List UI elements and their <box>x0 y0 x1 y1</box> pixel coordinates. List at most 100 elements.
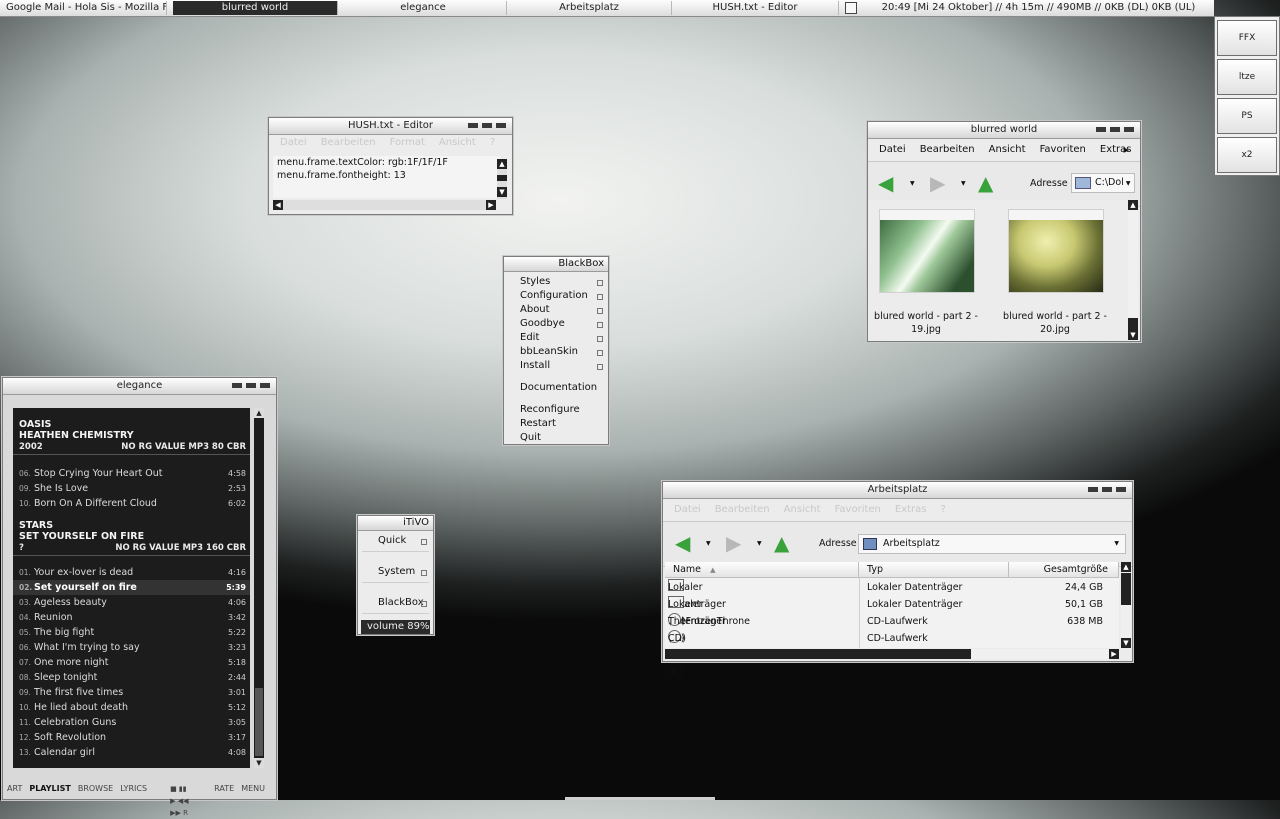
playlist-track[interactable]: 09. She Is Love 2:53 <box>13 481 250 496</box>
scroll-thumb[interactable] <box>665 649 971 659</box>
scroll-thumb[interactable] <box>1128 318 1138 330</box>
menu-help[interactable]: ? <box>934 499 953 521</box>
launcher-ltze-button[interactable]: ltze <box>1217 59 1277 95</box>
file-thumbnail[interactable] <box>1008 209 1104 293</box>
forward-arrow-icon[interactable]: ▶ <box>930 173 945 193</box>
menu-button[interactable]: MENU <box>241 783 265 795</box>
launcher-x2-button[interactable]: x2 <box>1217 137 1277 173</box>
close-button[interactable] <box>1124 127 1134 132</box>
column-header-size[interactable]: Gesamtgröße <box>1009 562 1119 578</box>
volume-slider[interactable]: volume 89% <box>361 620 430 634</box>
playlist-track[interactable]: 06. What I'm trying to say 3:23 <box>13 640 250 655</box>
tray-toggle[interactable] <box>845 2 857 14</box>
transport-controls[interactable]: ■ ▮▮ ▶ ◀◀ ▶▶ R <box>170 783 193 817</box>
maximize-button[interactable] <box>246 383 256 388</box>
drive-row[interactable]: TheFrozenThrone (E:)CD-Laufwerk638 MB <box>665 613 1121 644</box>
menu-extras[interactable]: Extras <box>888 499 934 521</box>
playlist-track[interactable]: 13. Calendar girl 4:08 <box>13 745 250 760</box>
minimize-button[interactable] <box>1088 487 1098 492</box>
playlist-scrollbar[interactable]: ▲ ▼ <box>254 408 264 768</box>
menu-item-bbleanskin[interactable]: bbLeanSkin <box>504 345 608 359</box>
menu-item-about[interactable]: About <box>504 303 608 317</box>
explorer1-vscrollbar[interactable]: ▲ ▼ <box>1128 200 1138 340</box>
menu-item-configuration[interactable]: Configuration <box>504 289 608 303</box>
playlist-track[interactable]: 10. Born On A Different Cloud 6:02 <box>13 496 250 511</box>
editor-textarea[interactable]: menu.frame.textColor: rgb:1F/1F/1F menu.… <box>273 156 501 198</box>
forward-arrow-icon[interactable]: ▶ <box>726 533 741 553</box>
menu-item-edit[interactable]: Edit <box>504 331 608 345</box>
file-thumbnail[interactable] <box>879 209 975 293</box>
drive-row[interactable]: Lokaler Datenträger (D:)Lokaler Datenträ… <box>665 596 1121 644</box>
scroll-thumb[interactable] <box>255 688 263 756</box>
menu-item-documentation[interactable]: Documentation <box>504 381 608 395</box>
menu-item-styles[interactable]: Styles <box>504 275 608 289</box>
explorer2-hscrollbar[interactable]: ▶ <box>665 649 1119 659</box>
tab-lyrics[interactable]: LYRICS <box>120 783 147 795</box>
maximize-button[interactable] <box>1110 127 1120 132</box>
editor-vscrollbar[interactable]: ▲ ▼ <box>497 159 507 199</box>
address-field[interactable]: C:\Dol ▼ <box>1071 173 1135 193</box>
scroll-thumb[interactable] <box>1121 573 1131 605</box>
forward-dropdown-icon[interactable]: ▼ <box>757 540 762 547</box>
editor-hscrollbar[interactable]: ◀ ▶ <box>273 200 496 210</box>
playlist-track[interactable]: 09. The first five times 3:01 <box>13 685 250 700</box>
tab-playlist[interactable]: PLAYLIST <box>29 783 70 795</box>
scroll-up-icon[interactable]: ▲ <box>497 159 507 169</box>
player-titlebar[interactable]: elegance <box>3 378 276 395</box>
file-caption[interactable]: blured world - part 2 -19.jpg <box>871 310 981 336</box>
minimize-button[interactable] <box>232 383 242 388</box>
back-dropdown-icon[interactable]: ▼ <box>910 180 915 187</box>
playlist-track[interactable]: 04. Reunion 3:42 <box>13 610 250 625</box>
chevron-down-icon[interactable]: ▼ <box>1126 180 1131 187</box>
close-button[interactable] <box>260 383 270 388</box>
menu-item-reconfigure[interactable]: Reconfigure <box>504 403 608 417</box>
launcher-ffx-button[interactable]: FFX <box>1217 20 1277 56</box>
tab-art[interactable]: ART <box>7 783 22 795</box>
menu-ansicht[interactable]: Ansicht <box>982 139 1033 161</box>
playlist-track[interactable]: 03. Ageless beauty 4:06 <box>13 595 250 610</box>
file-caption[interactable]: blured world - part 2 -20.jpg <box>1000 310 1110 336</box>
close-button[interactable] <box>496 123 506 128</box>
scroll-up-icon[interactable]: ▲ <box>1121 562 1131 572</box>
column-header-name[interactable]: Name ▲ <box>665 562 859 578</box>
playlist-track[interactable]: 01. Your ex-lover is dead 4:16 <box>13 565 250 580</box>
menu-item-goodbye[interactable]: Goodbye <box>504 317 608 331</box>
rate-button[interactable]: RATE <box>214 783 234 795</box>
minimize-button[interactable] <box>1096 127 1106 132</box>
menu-ansicht[interactable]: Ansicht <box>432 135 483 151</box>
maximize-button[interactable] <box>1102 487 1112 492</box>
scroll-down-icon[interactable]: ▼ <box>497 187 507 197</box>
explorer2-vscrollbar[interactable]: ▲ ▼ <box>1121 562 1131 648</box>
menu-bearbeiten[interactable]: Bearbeiten <box>314 135 383 151</box>
chevron-down-icon[interactable]: ▼ <box>1114 535 1119 553</box>
playlist-track[interactable]: 10. He lied about death 5:12 <box>13 700 250 715</box>
itivo-system[interactable]: System <box>362 562 429 583</box>
playlist-track[interactable]: 08. Sleep tonight 2:44 <box>13 670 250 685</box>
menu-favoriten[interactable]: Favoriten <box>1033 139 1093 161</box>
task-blurred-world[interactable]: blurred world <box>173 1 338 15</box>
blackbox-menu-title[interactable]: BlackBox <box>504 257 608 272</box>
playlist-track[interactable]: 11. Celebration Guns 3:05 <box>13 715 250 730</box>
menu-datei[interactable]: Datei <box>667 499 708 521</box>
menu-bearbeiten[interactable]: Bearbeiten <box>708 499 777 521</box>
playlist-track[interactable]: 06. Stop Crying Your Heart Out 4:58 <box>13 466 250 481</box>
task-firefox[interactable]: Google Mail - Hola Sis - Mozilla Fi... <box>0 1 167 15</box>
scroll-down-icon[interactable]: ▼ <box>254 758 264 768</box>
forward-dropdown-icon[interactable]: ▼ <box>961 180 966 187</box>
minimize-button[interactable] <box>468 123 478 128</box>
scroll-down-icon[interactable]: ▼ <box>1121 638 1131 648</box>
menu-item-restart[interactable]: Restart <box>504 417 608 431</box>
menu-bearbeiten[interactable]: Bearbeiten <box>913 139 982 161</box>
column-header-type[interactable]: Typ <box>859 562 1009 578</box>
explorer2-titlebar[interactable]: Arbeitsplatz <box>663 482 1132 499</box>
menu-datei[interactable]: Datei <box>273 135 314 151</box>
scroll-right-icon[interactable]: ▶ <box>486 200 496 210</box>
scroll-thumb[interactable] <box>497 175 507 181</box>
scroll-right-icon[interactable]: ▶ <box>1109 649 1119 659</box>
drive-row[interactable]: CD-Laufwerk (F:)CD-Laufwerk <box>665 630 1121 678</box>
drive-row[interactable]: Lokaler Datenträger (C:)Lokaler Datenträ… <box>665 579 1121 627</box>
address-field[interactable]: Arbeitsplatz ▼ <box>858 534 1126 554</box>
itivo-blackbox[interactable]: BlackBox <box>362 593 429 614</box>
menu-favoriten[interactable]: Favoriten <box>828 499 888 521</box>
menu-item-quit[interactable]: Quit <box>504 431 608 445</box>
